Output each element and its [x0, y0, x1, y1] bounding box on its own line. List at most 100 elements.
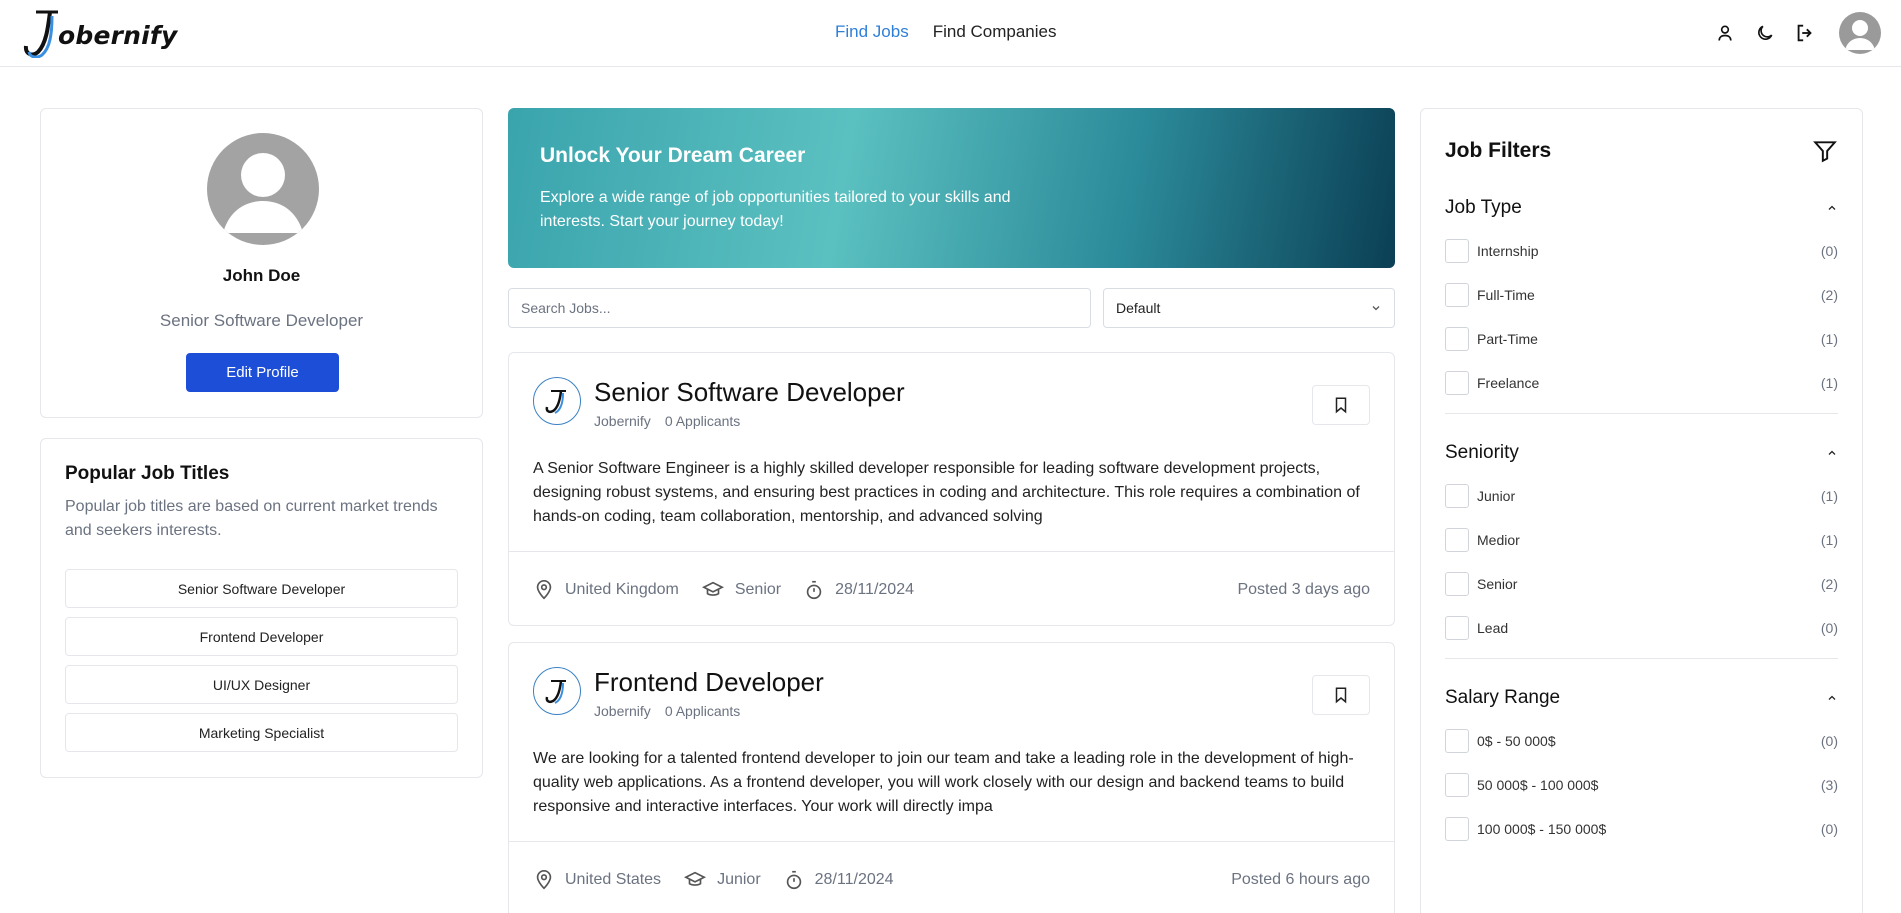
chevron-up-icon[interactable]: [1826, 692, 1838, 704]
main-nav: Find Jobs Find Companies: [835, 22, 1056, 42]
job-subline: Jobernify 0 Applicants: [594, 703, 824, 719]
chevron-up-icon[interactable]: [1826, 447, 1838, 459]
filter-options: Internship (0) Full-Time (2) Part-Time (…: [1445, 239, 1838, 395]
filter-option[interactable]: 0$ - 50 000$ (0): [1445, 729, 1838, 753]
checkbox[interactable]: [1445, 239, 1469, 263]
checkbox[interactable]: [1445, 371, 1469, 395]
checkbox[interactable]: [1445, 616, 1469, 640]
job-description: A Senior Software Engineer is a highly s…: [533, 460, 1360, 525]
filter-section-title: Job Type: [1445, 197, 1522, 218]
filter-option[interactable]: 100 000$ - 150 000$ (0): [1445, 817, 1838, 841]
filter-option-label: Freelance: [1477, 375, 1540, 391]
filter-section-job-type: Job Type Internship (0) Full-Time (2) Pa…: [1445, 193, 1838, 414]
filter-option[interactable]: Internship (0): [1445, 239, 1838, 263]
filter-option-label: Internship: [1477, 243, 1539, 259]
filter-option[interactable]: Junior (1): [1445, 484, 1838, 508]
job-card[interactable]: Senior Software Developer Jobernify 0 Ap…: [508, 352, 1395, 626]
filter-option-count: (2): [1820, 576, 1838, 592]
job-subline: Jobernify 0 Applicants: [594, 413, 905, 429]
profile-card: John Doe Senior Software Developer Edit …: [40, 108, 483, 418]
logo[interactable]: obernify: [22, 8, 178, 58]
profile-role: Senior Software Developer: [159, 311, 364, 330]
filter-option-label: Part-Time: [1477, 331, 1538, 347]
user-icon[interactable]: [1713, 21, 1737, 45]
company-logo: [533, 667, 581, 715]
graduation-cap-icon: [701, 581, 724, 596]
checkbox[interactable]: [1445, 572, 1469, 596]
map-pin-icon: [536, 580, 552, 600]
profile-avatar: [207, 133, 319, 245]
job-date-text: 28/11/2024: [814, 871, 894, 888]
checkbox[interactable]: [1445, 773, 1469, 797]
popular-title-item[interactable]: UI/UX Designer: [65, 665, 458, 704]
chevron-down-icon: [1372, 306, 1380, 311]
top-header: obernify Find Jobs Find Companies: [0, 0, 1901, 67]
bookmark-button[interactable]: [1312, 675, 1370, 715]
job-title[interactable]: Frontend Developer: [594, 667, 824, 697]
filter-section-header[interactable]: Seniority: [1445, 438, 1838, 468]
checkbox[interactable]: [1445, 729, 1469, 753]
filter-section-header[interactable]: Job Type: [1445, 193, 1838, 223]
popular-titles-card: Popular Job Titles Popular job titles ar…: [40, 438, 483, 778]
filter-options: Junior (1) Medior (1) Senior (2) Lead (0…: [1445, 484, 1838, 640]
filter-section-salary-range: Salary Range 0$ - 50 000$ (0) 50 000$ - …: [1445, 683, 1838, 859]
checkbox[interactable]: [1445, 327, 1469, 351]
job-title[interactable]: Senior Software Developer: [594, 377, 905, 407]
popular-title-item[interactable]: Frontend Developer: [65, 617, 458, 656]
filter-option-count: (3): [1820, 777, 1838, 793]
filter-option-label: Senior: [1477, 576, 1518, 592]
graduation-cap-icon: [684, 871, 707, 886]
job-company: Jobernify: [594, 703, 651, 719]
filter-option[interactable]: Full-Time (2): [1445, 283, 1838, 307]
nav-find-companies[interactable]: Find Companies: [933, 22, 1057, 42]
filter-option-count: (1): [1820, 532, 1838, 548]
hero-title: Unlock Your Dream Career: [540, 144, 806, 167]
filter-icon[interactable]: [1812, 138, 1838, 164]
job-seniority-text: Junior: [717, 871, 761, 888]
popular-title-item[interactable]: Marketing Specialist: [65, 713, 458, 752]
job-date: 28/11/2024: [783, 869, 894, 891]
filter-section-seniority: Seniority Junior (1) Medior (1) Senior (…: [1445, 438, 1838, 659]
checkbox[interactable]: [1445, 283, 1469, 307]
filters-header: Job Filters: [1445, 133, 1838, 169]
job-card[interactable]: Frontend Developer Jobernify 0 Applicant…: [508, 642, 1395, 913]
job-header: Senior Software Developer Jobernify 0 Ap…: [533, 377, 905, 429]
filter-option-label: Full-Time: [1477, 287, 1535, 303]
edit-profile-button[interactable]: Edit Profile: [186, 353, 339, 392]
bookmark-button[interactable]: [1312, 385, 1370, 425]
filter-option-count: (0): [1820, 620, 1838, 636]
moon-icon[interactable]: [1753, 21, 1777, 45]
filter-option[interactable]: Part-Time (1): [1445, 327, 1838, 351]
sort-select[interactable]: Default: [1103, 288, 1395, 328]
filter-option-count: (0): [1820, 243, 1838, 259]
filter-section-header[interactable]: Salary Range: [1445, 683, 1838, 713]
filter-option[interactable]: Freelance (1): [1445, 371, 1838, 395]
filter-option[interactable]: Medior (1): [1445, 528, 1838, 552]
company-logo: [533, 377, 581, 425]
checkbox[interactable]: [1445, 528, 1469, 552]
divider: [509, 551, 1394, 552]
job-footer: United Kingdom Senior 28/11/2024 Posted …: [533, 575, 1370, 605]
job-applicants: 0 Applicants: [664, 703, 741, 719]
search-input[interactable]: [508, 288, 1091, 328]
checkbox[interactable]: [1445, 817, 1469, 841]
filter-option[interactable]: 50 000$ - 100 000$ (3): [1445, 773, 1838, 797]
job-seniority-text: Senior: [734, 581, 782, 598]
job-description: We are looking for a talented frontend d…: [533, 750, 1354, 815]
nav-find-jobs[interactable]: Find Jobs: [835, 22, 909, 42]
hero-banner: Unlock Your Dream Career Explore a wide …: [508, 108, 1395, 268]
job-meta: Frontend Developer Jobernify 0 Applicant…: [594, 667, 824, 719]
filter-option[interactable]: Senior (2): [1445, 572, 1838, 596]
job-location: United States: [533, 869, 661, 891]
popular-title-item[interactable]: Senior Software Developer: [65, 569, 458, 608]
stopwatch-icon: [786, 870, 801, 890]
job-posted: Posted 6 hours ago: [1231, 871, 1370, 888]
checkbox[interactable]: [1445, 484, 1469, 508]
chevron-up-icon[interactable]: [1826, 202, 1838, 214]
job-location: United Kingdom: [533, 579, 679, 601]
logout-icon[interactable]: [1793, 21, 1817, 45]
avatar[interactable]: [1839, 12, 1881, 54]
stopwatch-icon: [806, 580, 822, 600]
filter-option[interactable]: Lead (0): [1445, 616, 1838, 640]
header-actions: [1713, 12, 1881, 54]
